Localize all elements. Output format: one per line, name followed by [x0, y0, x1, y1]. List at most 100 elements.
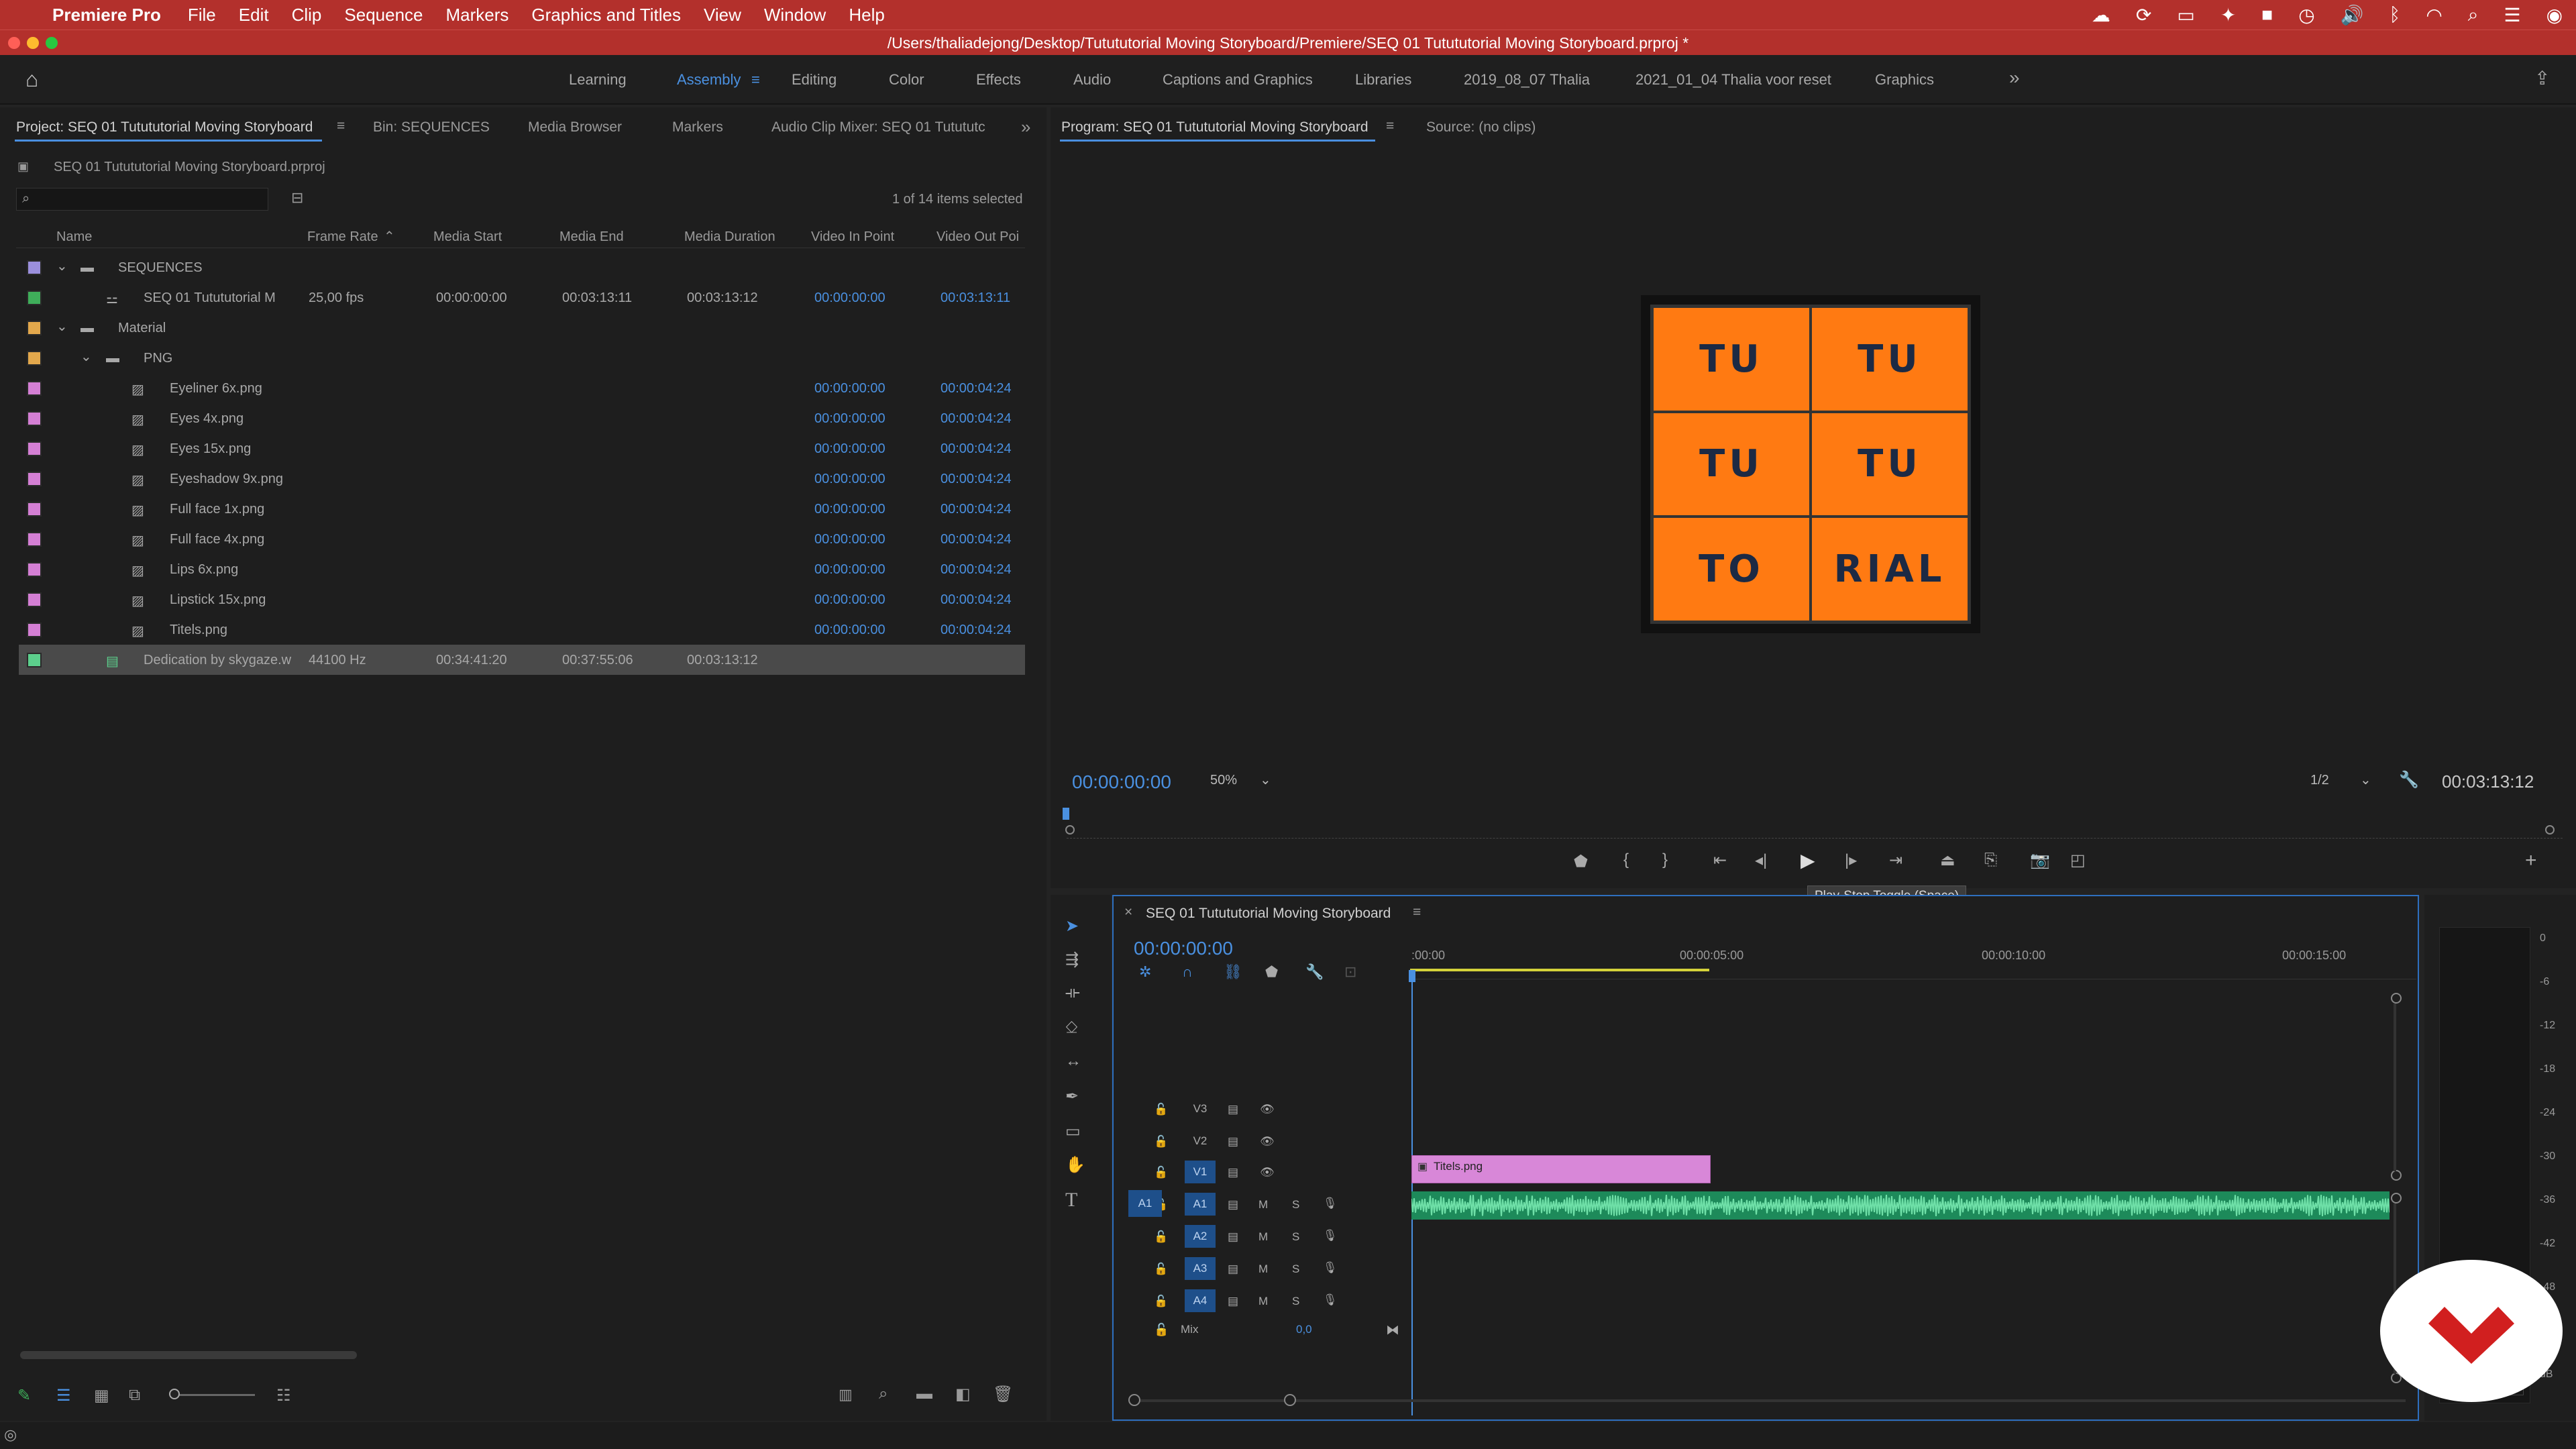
label-color-chip[interactable] — [27, 562, 42, 577]
project-row[interactable]: ▨ Full face 1x.png 00:00:00:00 00:00:04:24 — [19, 494, 1025, 524]
tab-source[interactable]: Source: (no clips) — [1426, 119, 1536, 136]
track-target[interactable]: V2 — [1185, 1130, 1216, 1152]
linked-selection-icon[interactable]: ⛓ — [1224, 963, 1242, 981]
sync-icon[interactable]: ⟳ — [2136, 4, 2151, 26]
settings-wrench-icon[interactable]: 🔧 — [2399, 770, 2419, 790]
track-target[interactable]: A4 — [1185, 1289, 1216, 1312]
project-row[interactable]: ▨ Eyes 4x.png 00:00:00:00 00:00:04:24 — [19, 403, 1025, 433]
solo-button[interactable]: S — [1292, 1198, 1299, 1212]
sync-lock-icon[interactable]: ▤ — [1228, 1263, 1238, 1276]
video-in-cell[interactable]: 00:00:00:00 — [814, 472, 885, 487]
track-lock-icon[interactable]: 🔓 — [1154, 1230, 1168, 1244]
video-out-cell[interactable]: 00:00:04:24 — [941, 502, 1012, 517]
new-search-bin-icon[interactable]: ⊟ — [291, 189, 303, 207]
app-menu[interactable]: Premiere Pro — [52, 5, 161, 25]
tab-program[interactable]: Program: SEQ 01 Tutututorial Moving Stor… — [1061, 119, 1368, 136]
mix-lock-icon[interactable]: 🔓 — [1154, 1323, 1169, 1337]
video-out-cell[interactable]: 00:00:04:24 — [941, 592, 1012, 608]
timeline-zoom-left-handle[interactable] — [1128, 1394, 1140, 1406]
workspace-effects[interactable]: Effects — [976, 71, 1021, 89]
disclosure-triangle-icon[interactable]: ⌄ — [80, 348, 92, 365]
zoom-level-select[interactable]: 50% ⌄ — [1205, 770, 1279, 792]
video-in-cell[interactable]: 00:00:00:00 — [814, 441, 885, 457]
tab-markers[interactable]: Markers — [672, 119, 723, 136]
sync-lock-icon[interactable]: ▤ — [1228, 1230, 1238, 1244]
video-out-cell[interactable]: 00:00:04:24 — [941, 441, 1012, 457]
hand-tool-icon[interactable]: ✋ — [1065, 1155, 1085, 1175]
menu-help[interactable]: Help — [849, 5, 884, 25]
sync-lock-icon[interactable]: ▤ — [1228, 1166, 1238, 1179]
video-out-cell[interactable]: 00:00:04:24 — [941, 472, 1012, 487]
home-icon[interactable]: ⌂ — [25, 67, 38, 92]
new-item-icon[interactable]: ◧ — [955, 1385, 971, 1404]
comparison-view-icon[interactable]: ◰ — [2070, 851, 2086, 870]
source-patch-a1[interactable]: A1 — [1128, 1190, 1162, 1217]
label-color-chip[interactable] — [27, 441, 42, 456]
track-target[interactable]: V1 — [1185, 1161, 1216, 1183]
menu-sequence[interactable]: Sequence — [344, 5, 423, 25]
menu-window[interactable]: Window — [764, 5, 826, 25]
mute-button[interactable]: M — [1258, 1198, 1268, 1212]
project-row[interactable]: ▨ Lips 6x.png 00:00:00:00 00:00:04:24 — [19, 554, 1025, 584]
project-row[interactable]: ▨ Eyeshadow 9x.png 00:00:00:00 00:00:04:24 — [19, 464, 1025, 494]
label-color-chip[interactable] — [27, 411, 42, 426]
spotlight-icon[interactable]: ⌕ — [2468, 4, 2479, 26]
label-color-chip[interactable] — [27, 653, 42, 667]
track-target[interactable]: V3 — [1185, 1097, 1216, 1120]
captions-icon[interactable]: ⊡ — [1344, 963, 1356, 981]
go-to-out-icon[interactable]: ⇥ — [1889, 851, 1902, 870]
microphone-icon[interactable]: 🎙 — [1323, 1261, 1338, 1275]
freeform-view-icon[interactable]: ⧉ — [129, 1386, 140, 1405]
solo-button[interactable]: S — [1292, 1230, 1299, 1244]
col-media-duration[interactable]: Media Duration — [684, 229, 775, 245]
project-row[interactable]: ▨ Eyes 15x.png 00:00:00:00 00:00:04:24 — [19, 433, 1025, 464]
zoom-slider[interactable] — [170, 1394, 255, 1396]
col-media-start[interactable]: Media Start — [433, 229, 502, 245]
lift-icon[interactable]: ⏏ — [1940, 851, 1955, 870]
timeline-settings-wrench-icon[interactable]: 🔧 — [1305, 963, 1324, 981]
project-search-input[interactable]: ⌕ — [16, 188, 268, 211]
track-lock-icon[interactable]: 🔓 — [1154, 1295, 1168, 1308]
mute-button[interactable]: M — [1258, 1263, 1268, 1276]
sync-lock-icon[interactable]: ▤ — [1228, 1295, 1238, 1308]
workspace-color[interactable]: Color — [889, 71, 924, 89]
workspace-learning[interactable]: Learning — [569, 71, 627, 89]
timeline-ruler[interactable]: :00:00 00:00:05:00 00:00:10:00 00:00:15:… — [1410, 946, 2416, 979]
automate-to-sequence-icon[interactable]: ▥ — [839, 1386, 853, 1403]
timeline-marker-icon[interactable]: ⬟ — [1265, 963, 1278, 981]
track-lock-icon[interactable]: 🔓 — [1154, 1103, 1168, 1116]
label-color-chip[interactable] — [27, 502, 42, 517]
resolution-select[interactable]: 1/2 ⌄ — [2305, 770, 2379, 792]
project-row[interactable]: ▨ Eyeliner 6x.png 00:00:00:00 00:00:04:24 — [19, 373, 1025, 403]
project-row[interactable]: ▤ Dedication by skygaze.w 44100 Hz 00:34:41… — [19, 645, 1025, 675]
wifi-icon[interactable]: ◠ — [2426, 4, 2442, 26]
project-row[interactable]: ⌄ ▬ SEQUENCES — [19, 252, 1025, 282]
project-row[interactable]: ⌄ ▬ Material — [19, 313, 1025, 343]
disclosure-triangle-icon[interactable]: ⌄ — [56, 258, 68, 274]
workspace-editing[interactable]: Editing — [792, 71, 837, 89]
work-area-bar[interactable] — [1410, 969, 1709, 971]
track-target[interactable]: A1 — [1185, 1193, 1216, 1216]
snap-magnet-icon[interactable]: ∩ — [1182, 963, 1193, 981]
search-field[interactable] — [40, 190, 261, 209]
project-horizontal-scrollbar[interactable] — [20, 1351, 357, 1359]
audio-scroll-handle-top[interactable] — [2391, 1193, 2402, 1203]
new-bin-icon[interactable]: ▬ — [916, 1385, 932, 1403]
more-workspaces-icon[interactable]: » — [2009, 67, 2020, 89]
video-out-cell[interactable]: 00:00:04:24 — [941, 411, 1012, 427]
project-row[interactable]: ⚍ SEQ 01 Tutututorial M 25,00 fps 00:00:00:… — [19, 282, 1025, 313]
rectangle-tool-icon[interactable]: ▭ — [1065, 1122, 1081, 1141]
sync-lock-icon[interactable]: ▤ — [1228, 1198, 1238, 1212]
program-playhead-timecode[interactable]: 00:00:00:00 — [1072, 771, 1171, 793]
sort-icons-icon[interactable]: ☷ — [276, 1386, 291, 1405]
icon-view-icon[interactable]: ▦ — [94, 1386, 109, 1405]
menu-view[interactable]: View — [704, 5, 741, 25]
workspace-thalia-2019[interactable]: 2019_08_07 Thalia — [1464, 71, 1590, 89]
step-forward-icon[interactable]: |▸ — [1845, 851, 1857, 870]
video-out-cell[interactable]: 00:00:04:24 — [941, 381, 1012, 396]
video-out-cell[interactable]: 00:03:13:11 — [941, 290, 1010, 306]
label-color-chip[interactable] — [27, 381, 42, 396]
label-color-chip[interactable] — [27, 290, 42, 305]
timeline-playhead-timecode[interactable]: 00:00:00:00 — [1134, 938, 1233, 959]
mix-pan-icon[interactable]: ⧓ — [1386, 1322, 1399, 1338]
